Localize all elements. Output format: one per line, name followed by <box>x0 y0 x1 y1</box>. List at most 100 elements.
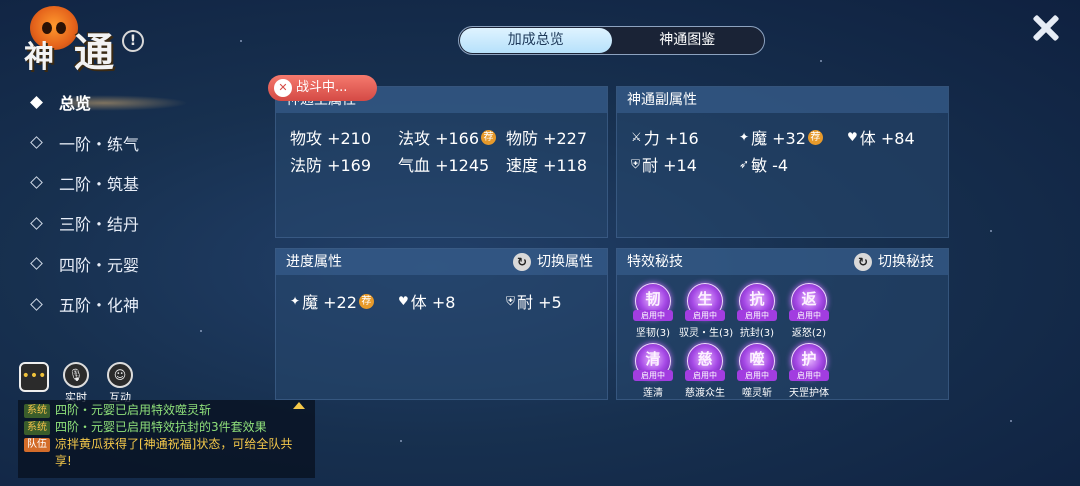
skill-item[interactable]: 清启用中 莲清 <box>627 343 679 399</box>
logo-glyph: 神 <box>24 40 54 75</box>
stat-phys-atk: 物攻 +210 <box>290 125 371 149</box>
stat-constitution: ♥ 体 +8 <box>398 289 455 313</box>
battle-status-text: 战斗中... <box>296 80 348 95</box>
diamond-icon <box>30 257 43 271</box>
stat-constitution: ♥ 体 +84 <box>847 125 915 149</box>
special-skills-panel: 特效秘技 ↻ 切换秘技 韧启用中 坚韧(3) 生启用中 驭灵・生(3) 抗启用中 抗封(… <box>616 248 949 400</box>
nav-item-label: 总览 <box>59 94 92 114</box>
stat-hp: 气血 +1245 <box>398 152 489 176</box>
skill-glyph: 抗 <box>749 290 765 308</box>
message-text: 四阶・元婴已启用特效抗封的3件套效果 <box>55 420 267 434</box>
stat-value: 体 +84 <box>859 129 915 148</box>
skill-name: 噬灵斩 <box>742 388 772 399</box>
nav-item-tier3[interactable]: 三阶・结丹 <box>28 203 198 243</box>
refresh-icon: ↻ <box>513 253 531 271</box>
channel-badge: 系统 <box>24 421 50 435</box>
chat-log[interactable]: 系统 四阶・元婴已启用特效噬灵斩 系统 四阶・元婴已启用特效抗封的3件套效果 队伍凉… <box>18 400 315 478</box>
stat-magic: ✦ 魔 +32 荐 <box>739 125 823 149</box>
skill-orb-icon: 抗启用中 <box>737 283 777 321</box>
stat-endurance: ⛨ 耐 +5 <box>506 289 562 313</box>
close-icon[interactable] <box>1032 14 1060 42</box>
stat-value: 气血 +1245 <box>398 156 490 175</box>
skill-item[interactable]: 慈启用中 慈渡众生 <box>679 343 731 399</box>
stat-strength: ⚔ 力 +16 <box>631 125 699 149</box>
message-text: 凉拌黄瓜获得了[神通祝福]状态，可给全队共享! <box>55 437 293 468</box>
stat-magic: ✦ 魔 +22 荐 <box>290 289 374 313</box>
chat-button[interactable]: ••• <box>14 362 54 392</box>
switch-label: 切换秘技 <box>878 254 934 270</box>
interact-button[interactable]: ☺ 互动 <box>100 362 140 405</box>
diamond-icon <box>30 95 43 109</box>
stat-phys-def: 物防 +227 <box>506 125 587 149</box>
skill-item[interactable]: 噬启用中 噬灵斩 <box>731 343 783 399</box>
skill-orb-icon: 慈启用中 <box>685 343 725 381</box>
tab-shentong-codex[interactable]: 神通图鉴 <box>612 28 764 53</box>
voice-chat-button[interactable]: 🎙 实时 <box>56 362 96 405</box>
skill-name: 莲清 <box>643 388 663 399</box>
skill-status: 启用中 <box>737 370 777 381</box>
skill-item[interactable]: 生启用中 驭灵・生(3) <box>679 283 733 339</box>
stat-value: 魔 +22 <box>302 293 357 312</box>
nav-item-tier4[interactable]: 四阶・元婴 <box>28 244 198 284</box>
progress-attributes-panel: 进度属性 ↻ 切换属性 ✦ 魔 +22 荐 ♥ 体 +8 ⛨ 耐 +5 <box>275 248 608 400</box>
stat-endurance: ⛨ 耐 +14 <box>631 152 697 176</box>
wand-icon: ✦ <box>739 130 750 144</box>
skill-status: 启用中 <box>685 370 725 381</box>
skill-glyph: 慈 <box>697 350 713 368</box>
diamond-icon <box>30 297 43 311</box>
channel-badge: 队伍 <box>24 438 50 452</box>
crossed-swords-icon: ✕ <box>274 79 292 97</box>
switch-skills-button[interactable]: ↻ 切换秘技 <box>854 249 934 275</box>
background-star <box>400 440 402 442</box>
skill-orb-icon: 韧启用中 <box>633 283 673 321</box>
skill-name: 天罡护体 <box>789 388 829 399</box>
skill-status: 启用中 <box>789 310 829 321</box>
background-star <box>1010 420 1012 422</box>
expand-up-icon[interactable] <box>293 402 305 409</box>
chat-message: 系统 四阶・元婴已启用特效噬灵斩 <box>24 402 309 419</box>
skill-name: 坚韧(3) <box>635 328 671 339</box>
panel-title: 神通副属性 <box>617 87 948 113</box>
skill-item[interactable]: 抗启用中抗封(3) <box>731 283 783 339</box>
refresh-icon: ↻ <box>854 253 872 271</box>
shield-icon: ⛨ <box>631 156 641 171</box>
skill-name: 抗封(3) <box>739 328 775 339</box>
wand-icon: ✦ <box>290 294 301 308</box>
sword-icon: ⚔ <box>631 130 642 144</box>
skill-item[interactable]: 返启用中 返怒(2) <box>783 283 835 339</box>
nav-item-label: 五阶・化神 <box>59 296 140 316</box>
skill-status: 启用中 <box>789 370 829 381</box>
skill-orb-icon: 生启用中 <box>685 283 725 321</box>
background-star <box>240 40 242 42</box>
info-icon[interactable]: ! <box>122 30 144 52</box>
stat-value: 法攻 +166 <box>398 129 480 148</box>
background-star <box>820 60 822 62</box>
boot-icon: ➶ <box>739 157 750 171</box>
channel-badge: 系统 <box>24 404 50 418</box>
chat-message: 系统 四阶・元婴已启用特效抗封的3件套效果 <box>24 419 309 436</box>
skill-item[interactable]: 护启用中 天罡护体 <box>783 343 835 399</box>
shentong-logo: 神 通 <box>24 4 124 76</box>
stat-value: 速度 +118 <box>506 156 588 175</box>
nav-item-tier1[interactable]: 一阶・练气 <box>28 122 198 162</box>
nav-item-label: 三阶・结丹 <box>59 215 140 235</box>
heart-icon: ♥ <box>847 130 858 144</box>
skill-glyph: 生 <box>697 290 713 308</box>
skill-status: 启用中 <box>685 310 725 321</box>
nav-item-tier2[interactable]: 二阶・筑基 <box>28 163 198 203</box>
nav-item-tier5[interactable]: 五阶・化神 <box>28 284 198 324</box>
nav-item-overview[interactable]: 总览 <box>28 82 198 122</box>
recommend-badge: 荐 <box>807 129 823 145</box>
stat-value: 魔 +32 <box>751 129 806 148</box>
skill-orb-icon: 清启用中 <box>633 343 673 381</box>
microphone-icon: 🎙 <box>63 362 89 388</box>
stat-value: 物防 +227 <box>506 129 588 148</box>
tab-bonus-overview[interactable]: 加成总览 <box>460 28 612 53</box>
chat-message: 队伍 凉拌黄瓜获得了[神通祝福]状态，可给全队共享! <box>24 436 309 470</box>
skill-item[interactable]: 韧启用中坚韧(3) <box>627 283 679 339</box>
skill-name: 慈渡众生 <box>685 388 725 399</box>
panel-title: 特效秘技 <box>627 254 683 270</box>
skill-glyph: 韧 <box>645 290 661 308</box>
switch-attributes-button[interactable]: ↻ 切换属性 <box>513 249 593 275</box>
smiley-icon: ☺ <box>107 362 133 388</box>
